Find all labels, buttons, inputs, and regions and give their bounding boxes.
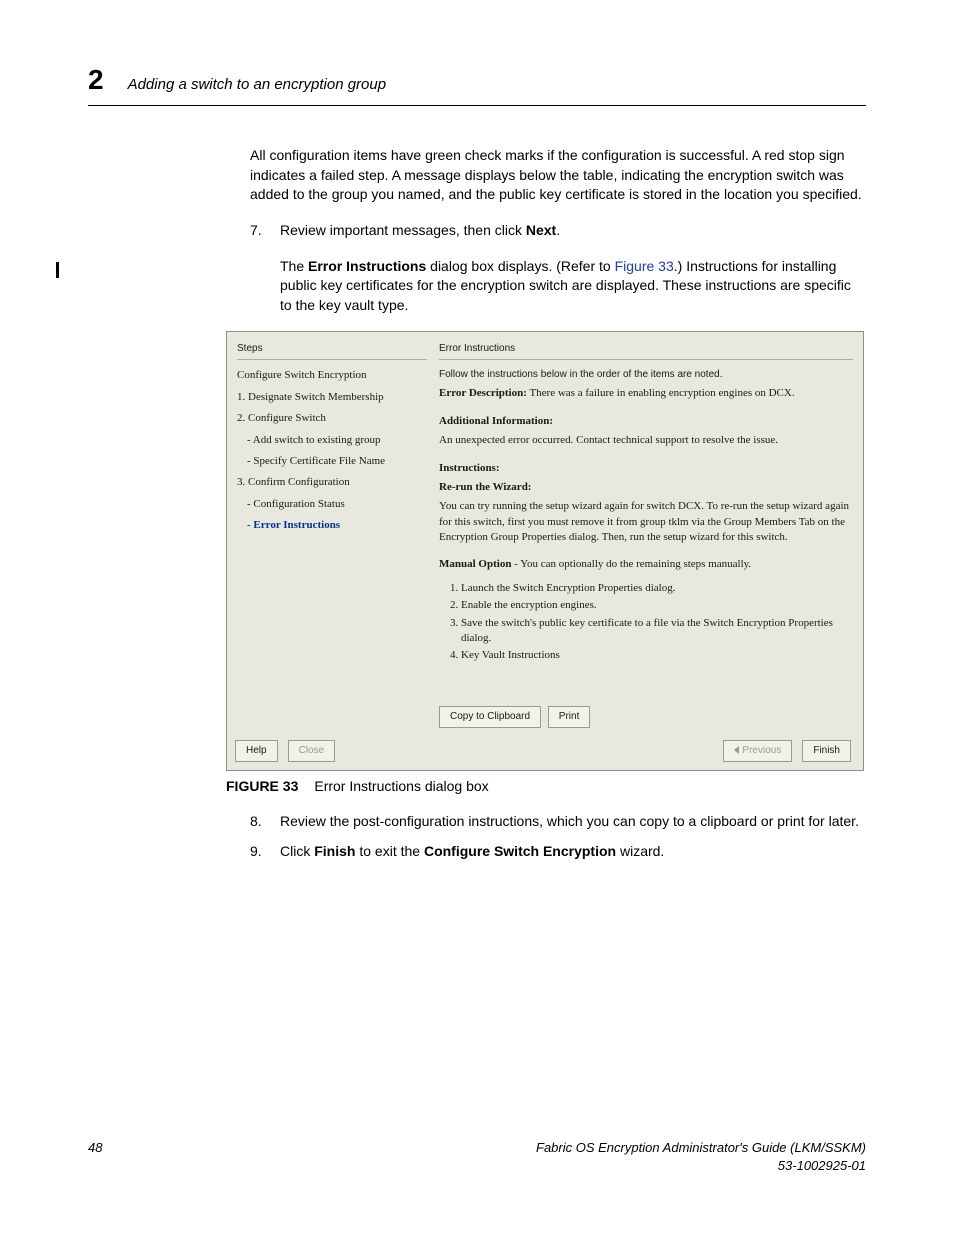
intro-line: Follow the instructions below in the ord… [439, 368, 853, 382]
step-list-cont: Review the post-configuration instructio… [250, 812, 866, 861]
page-footer: 48 Fabric OS Encryption Administrator's … [88, 1139, 866, 1175]
intro-paragraph: All configuration items have green check… [250, 146, 866, 205]
previous-button[interactable]: Previous [723, 740, 792, 762]
manual-step: Key Vault Instructions [461, 648, 853, 663]
step-7: Review important messages, then click Ne… [250, 221, 866, 241]
change-bar [56, 262, 59, 278]
help-button[interactable]: Help [235, 740, 278, 762]
page-header: 2 Adding a switch to an encryption group [88, 60, 866, 106]
step-item: - Specify Certificate File Name [247, 454, 427, 469]
manual-steps-list: Launch the Switch Encryption Properties … [461, 579, 853, 666]
manual-step: Launch the Switch Encryption Properties … [461, 581, 853, 596]
figure-error-instructions-dialog: Steps Configure Switch Encryption 1. Des… [226, 331, 864, 770]
figure-link[interactable]: Figure 33 [615, 258, 674, 274]
steps-header: Steps [237, 342, 427, 360]
page-number: 48 [88, 1139, 102, 1175]
additional-info-text: An unexpected error occurred. Contact te… [439, 433, 853, 448]
manual-option: Manual Option - You can optionally do th… [439, 557, 853, 572]
step-item: - Configuration Status [247, 497, 427, 512]
finish-button[interactable]: Finish [802, 740, 851, 762]
step-7-body: The Error Instructions dialog box displa… [280, 257, 866, 316]
rerun-label: Re-run the Wizard: [439, 480, 853, 495]
figure-number: FIGURE 33 [226, 778, 298, 794]
doc-number: 53-1002925-01 [536, 1157, 866, 1175]
close-button[interactable]: Close [288, 740, 336, 762]
step-item: Configure Switch Encryption [237, 368, 427, 383]
copy-to-clipboard-button[interactable]: Copy to Clipboard [439, 706, 541, 728]
figure-caption: FIGURE 33 Error Instructions dialog box [226, 777, 866, 797]
doc-title: Fabric OS Encryption Administrator's Gui… [536, 1139, 866, 1157]
step-item: 3. Confirm Configuration [237, 475, 427, 490]
steps-panel: Steps Configure Switch Encryption 1. Des… [233, 338, 431, 733]
chapter-title: Adding a switch to an encryption group [128, 74, 387, 95]
instructions-panel: Error Instructions Follow the instructio… [431, 338, 857, 733]
arrow-left-icon [734, 746, 739, 754]
main-content: All configuration items have green check… [250, 146, 866, 861]
step-item: 1. Designate Switch Membership [237, 390, 427, 405]
step-item: - Add switch to existing group [247, 433, 427, 448]
print-button[interactable]: Print [548, 706, 591, 728]
chapter-number: 2 [88, 60, 104, 99]
step-list: Review important messages, then click Ne… [250, 221, 866, 241]
additional-info-label: Additional Information: [439, 414, 853, 429]
instructions-label: Instructions: [439, 461, 853, 476]
error-description: Error Description: There was a failure i… [439, 386, 853, 401]
step-item: 2. Configure Switch [237, 411, 427, 426]
instructions-header: Error Instructions [439, 342, 853, 360]
dialog-footer: Help Close Previous Finish [227, 734, 863, 770]
step-7-text: Review important messages, then click Ne… [280, 222, 560, 238]
step-item-active: - Error Instructions [247, 518, 427, 533]
manual-step: Enable the encryption engines. [461, 598, 853, 613]
rerun-text: You can try running the setup wizard aga… [439, 499, 853, 545]
manual-step: Save the switch's public key certificate… [461, 616, 853, 647]
step-9: Click Finish to exit the Configure Switc… [250, 842, 866, 862]
step-8: Review the post-configuration instructio… [250, 812, 866, 832]
figure-caption-text: Error Instructions dialog box [314, 778, 488, 794]
